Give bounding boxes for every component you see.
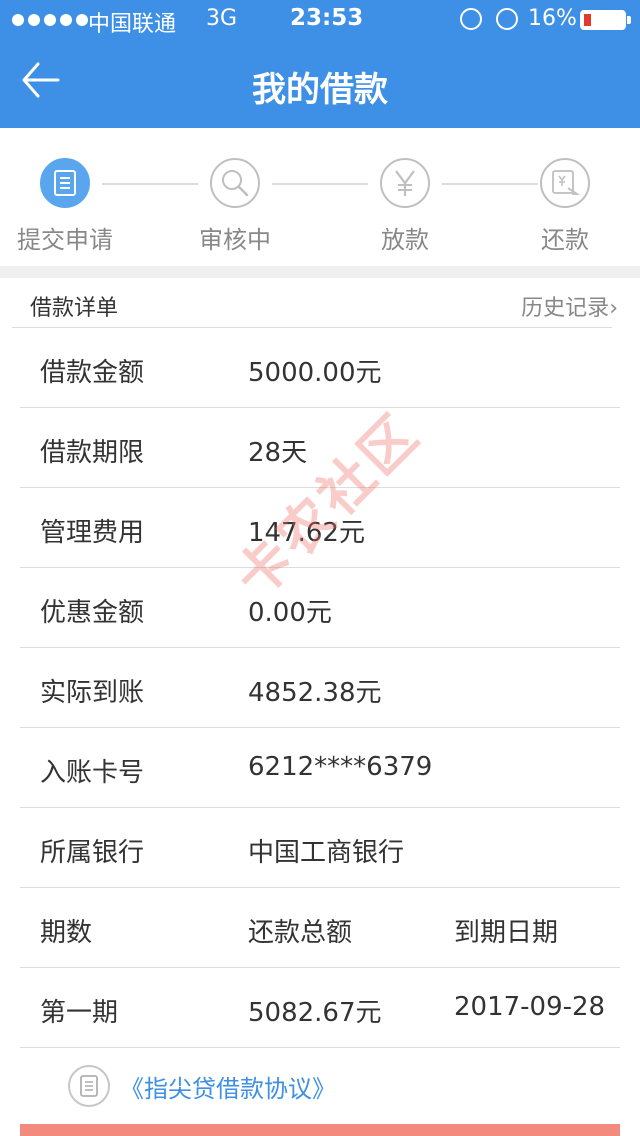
row-key: 实际到账 bbox=[40, 678, 145, 708]
alarm-icon bbox=[496, 8, 518, 30]
detail-row: 借款金额 5000.00元 bbox=[20, 328, 620, 408]
document-icon bbox=[68, 1065, 110, 1107]
status-bar: 中国联通 3G 23:53 16% bbox=[0, 0, 640, 40]
detail-row: 实际到账 4852.38元 bbox=[20, 648, 620, 728]
row-key: 借款金额 bbox=[40, 358, 145, 388]
network-type: 3G bbox=[206, 6, 238, 31]
submit-button[interactable] bbox=[20, 1124, 620, 1136]
step-disburse: 放款 bbox=[345, 158, 465, 255]
step-repay: 还款 bbox=[505, 158, 625, 255]
row-value: 28天 bbox=[248, 438, 308, 468]
battery-icon bbox=[580, 10, 631, 30]
history-link[interactable]: 历史记录› bbox=[521, 290, 618, 322]
carrier-name: 中国联通 bbox=[88, 12, 177, 37]
search-icon bbox=[210, 158, 260, 208]
step-label: 放款 bbox=[381, 226, 429, 254]
schedule-row: 第一期 5082.67元 2017-09-28 bbox=[20, 968, 620, 1048]
detail-row: 借款期限 28天 bbox=[20, 408, 620, 488]
rotation-lock-icon bbox=[460, 8, 482, 30]
schedule-header: 期数 bbox=[40, 918, 93, 948]
yen-icon bbox=[380, 158, 430, 208]
schedule-cell: 2017-09-28 bbox=[454, 992, 606, 1022]
document-icon bbox=[40, 158, 90, 208]
step-label: 还款 bbox=[541, 226, 589, 254]
agreement-text: 《指尖贷借款协议》 bbox=[120, 1074, 336, 1103]
step-submit: 提交申请 bbox=[5, 158, 125, 255]
schedule-cell: 5082.67元 bbox=[248, 998, 382, 1028]
row-key: 借款期限 bbox=[40, 438, 145, 468]
loan-agreement-link[interactable]: 《指尖贷借款协议》 bbox=[68, 1064, 336, 1108]
detail-row: 优惠金额 0.00元 bbox=[20, 568, 620, 648]
detail-title: 借款详单 bbox=[30, 296, 119, 321]
row-value: 6212****6379 bbox=[248, 752, 433, 782]
loan-detail-list: 借款金额 5000.00元 借款期限 28天 管理费用 147.62元 优惠金额… bbox=[20, 328, 620, 1048]
section-divider bbox=[0, 266, 640, 278]
detail-row: 入账卡号 6212****6379 bbox=[20, 728, 620, 808]
schedule-header: 到期日期 bbox=[454, 918, 559, 948]
app-header: 中国联通 3G 23:53 16% 我的借款 bbox=[0, 0, 640, 128]
row-value: 中国工商银行 bbox=[248, 838, 405, 868]
detail-row: 所属银行 中国工商银行 bbox=[20, 808, 620, 888]
schedule-cell: 第一期 bbox=[40, 998, 119, 1028]
row-value: 4852.38元 bbox=[248, 678, 382, 708]
row-key: 入账卡号 bbox=[40, 758, 145, 788]
step-label: 提交申请 bbox=[17, 226, 113, 254]
progress-steps: 提交申请 审核中 放款 还款 bbox=[0, 128, 640, 266]
step-review: 审核中 bbox=[175, 158, 295, 255]
step-label: 审核中 bbox=[199, 226, 271, 254]
schedule-header: 还款总额 bbox=[248, 918, 353, 948]
chevron-right-icon: › bbox=[609, 296, 618, 321]
row-value: 5000.00元 bbox=[248, 358, 382, 388]
row-key: 所属银行 bbox=[40, 838, 145, 868]
row-value: 0.00元 bbox=[248, 598, 332, 628]
signal-strength-icon bbox=[12, 14, 88, 26]
battery-percent: 16% bbox=[528, 6, 577, 31]
history-link-label: 历史记录 bbox=[521, 296, 610, 321]
detail-header: 借款详单 历史记录› bbox=[12, 278, 618, 328]
detail-row: 管理费用 147.62元 bbox=[20, 488, 620, 568]
status-time: 23:53 bbox=[290, 5, 364, 31]
row-key: 管理费用 bbox=[40, 518, 145, 548]
receipt-icon bbox=[540, 158, 590, 208]
page-title: 我的借款 bbox=[252, 70, 388, 110]
row-value: 147.62元 bbox=[248, 518, 365, 548]
schedule-header-row: 期数 还款总额 到期日期 bbox=[20, 888, 620, 968]
row-key: 优惠金额 bbox=[40, 598, 145, 628]
